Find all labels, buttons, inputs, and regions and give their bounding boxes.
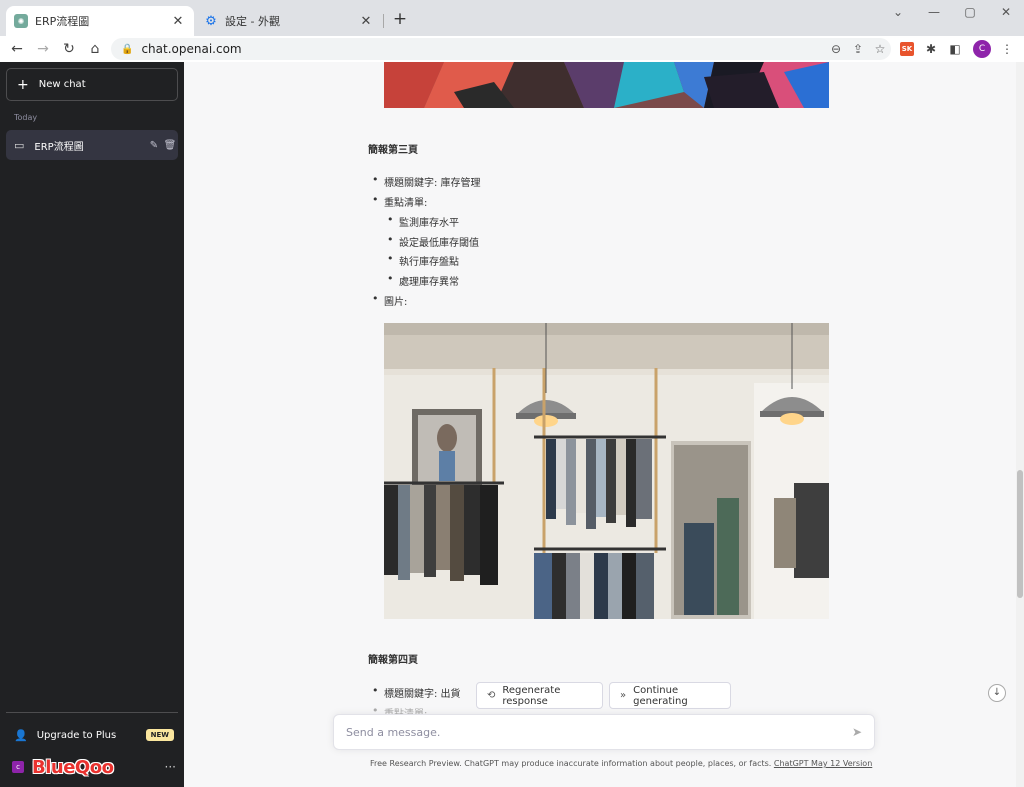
list-item: 處理庫存異常 xyxy=(387,272,459,288)
clothing-store-image xyxy=(384,323,829,619)
chat-item-erp[interactable]: ▭ ERP流程圖 ✎ 🗑 xyxy=(6,130,178,160)
scrollbar-track[interactable] xyxy=(1016,62,1024,787)
continue-label: Continue generating xyxy=(633,684,688,707)
zoom-icon[interactable]: ⊖ xyxy=(825,42,847,56)
chat-title: ERP流程圖 xyxy=(34,141,84,153)
avatar: c xyxy=(12,761,24,773)
gear-icon: ⚙ xyxy=(205,13,217,29)
regenerate-label: Regenerate response xyxy=(502,684,561,707)
new-tab-button[interactable]: + xyxy=(390,9,410,29)
user-icon: 👤 xyxy=(14,728,28,742)
list-item: 圖片: xyxy=(372,292,408,308)
back-arrow-icon[interactable]: ← xyxy=(6,38,28,60)
list-item: 監測庫存水平 xyxy=(387,213,459,229)
list-item: 重點清單: xyxy=(372,193,427,209)
tab-erp-flowchart[interactable]: ✺ ERP流程圖 ✕ xyxy=(6,6,194,36)
upgrade-to-plus-button[interactable]: 👤 Upgrade to Plus NEW xyxy=(14,727,174,743)
more-dots-icon[interactable]: ··· xyxy=(165,760,176,774)
close-icon[interactable]: ✕ xyxy=(358,14,374,29)
puzzle-extensions-icon[interactable]: ✱ xyxy=(922,40,940,58)
list-item: 執行庫存盤點 xyxy=(387,252,459,268)
browser-menu-icon[interactable]: ⋮ xyxy=(998,40,1016,58)
browser-toolbar: ← → ↻ ⌂ 🔒 chat.openai.com ⊖ ⇪ ☆ SK ✱ ◧ C… xyxy=(0,36,1024,62)
sidebar-divider xyxy=(6,712,178,713)
slide-3-heading: 簡報第三頁 xyxy=(368,145,418,156)
browser-tab-bar: ✺ ERP流程圖 ✕ ⚙ 設定 - 外觀 ✕ + ⌄ — ▢ ✕ xyxy=(0,0,1024,36)
colorful-artwork-image xyxy=(384,62,829,108)
send-icon[interactable]: ➤ xyxy=(852,725,862,739)
new-chat-label: New chat xyxy=(38,79,86,90)
fast-forward-icon: » xyxy=(620,690,627,701)
forward-arrow-icon[interactable]: → xyxy=(32,38,54,60)
trash-icon[interactable]: 🗑 xyxy=(162,140,178,151)
message-input[interactable] xyxy=(346,725,852,739)
side-panel-icon[interactable]: ◧ xyxy=(946,40,964,58)
tab-title: ERP流程圖 xyxy=(35,15,90,28)
url-text: chat.openai.com xyxy=(141,42,242,56)
tab-separator xyxy=(383,14,384,28)
scroll-down-arrow-icon[interactable]: ↓ xyxy=(988,684,1006,702)
list-item: 設定最低庫存閾值 xyxy=(387,233,479,249)
close-icon[interactable]: ✕ xyxy=(170,14,186,29)
section-label-today: Today xyxy=(14,113,38,122)
list-item: 標題關鍵字: 出貨 xyxy=(372,684,460,700)
home-icon[interactable]: ⌂ xyxy=(84,38,106,60)
profile-avatar[interactable]: C xyxy=(973,40,991,58)
share-icon[interactable]: ⇪ xyxy=(847,42,869,56)
new-badge: NEW xyxy=(145,729,174,741)
account-menu[interactable]: c BlueQoo ··· xyxy=(12,756,176,778)
version-link[interactable]: ChatGPT May 12 Version xyxy=(774,759,872,768)
sk-extension-icon[interactable]: SK xyxy=(900,42,914,56)
lock-icon: 🔒 xyxy=(121,43,134,55)
chat-main: 簡報第三頁 標題關鍵字: 庫存管理 重點清單: 監測庫存水平 設定最低庫存閾值 … xyxy=(184,62,1024,787)
footer-disclaimer: Free Research Preview. ChatGPT may produ… xyxy=(370,759,872,768)
minimize-button[interactable]: — xyxy=(916,0,952,24)
reload-icon[interactable]: ↻ xyxy=(58,38,80,60)
chat-bubble-icon: ▭ xyxy=(14,138,25,152)
refresh-icon: ⟲ xyxy=(487,690,496,701)
message-composer: ➤ xyxy=(333,714,875,750)
plus-icon: + xyxy=(17,76,29,93)
star-icon[interactable]: ☆ xyxy=(869,42,891,56)
tab-title: 設定 - 外觀 xyxy=(225,15,280,28)
list-item: 標題關鍵字: 庫存管理 xyxy=(372,173,481,189)
chatgpt-icon: ✺ xyxy=(14,14,28,28)
slide-4-heading: 簡報第四頁 xyxy=(368,655,418,666)
edit-pencil-icon[interactable]: ✎ xyxy=(146,140,162,151)
disclaimer-text: Free Research Preview. ChatGPT may produ… xyxy=(370,759,772,768)
continue-generating-button[interactable]: » Continue generating xyxy=(609,682,731,709)
tab-settings-appearance[interactable]: ⚙ 設定 - 外觀 ✕ xyxy=(196,6,382,36)
account-name: BlueQoo xyxy=(32,756,114,778)
window-close-button[interactable]: ✕ xyxy=(988,0,1024,24)
regenerate-response-button[interactable]: ⟲ Regenerate response xyxy=(476,682,603,709)
maximize-button[interactable]: ▢ xyxy=(952,0,988,24)
tab-search-chevron-icon[interactable]: ⌄ xyxy=(880,0,916,24)
scrollbar-thumb[interactable] xyxy=(1017,470,1023,598)
address-bar[interactable]: 🔒 chat.openai.com ⊖ ⇪ ☆ xyxy=(111,38,891,60)
sidebar: + New chat Today ▭ ERP流程圖 ✎ 🗑 👤 Upgrade … xyxy=(0,62,184,787)
upgrade-label: Upgrade to Plus xyxy=(36,729,117,741)
new-chat-button[interactable]: + New chat xyxy=(6,68,178,101)
